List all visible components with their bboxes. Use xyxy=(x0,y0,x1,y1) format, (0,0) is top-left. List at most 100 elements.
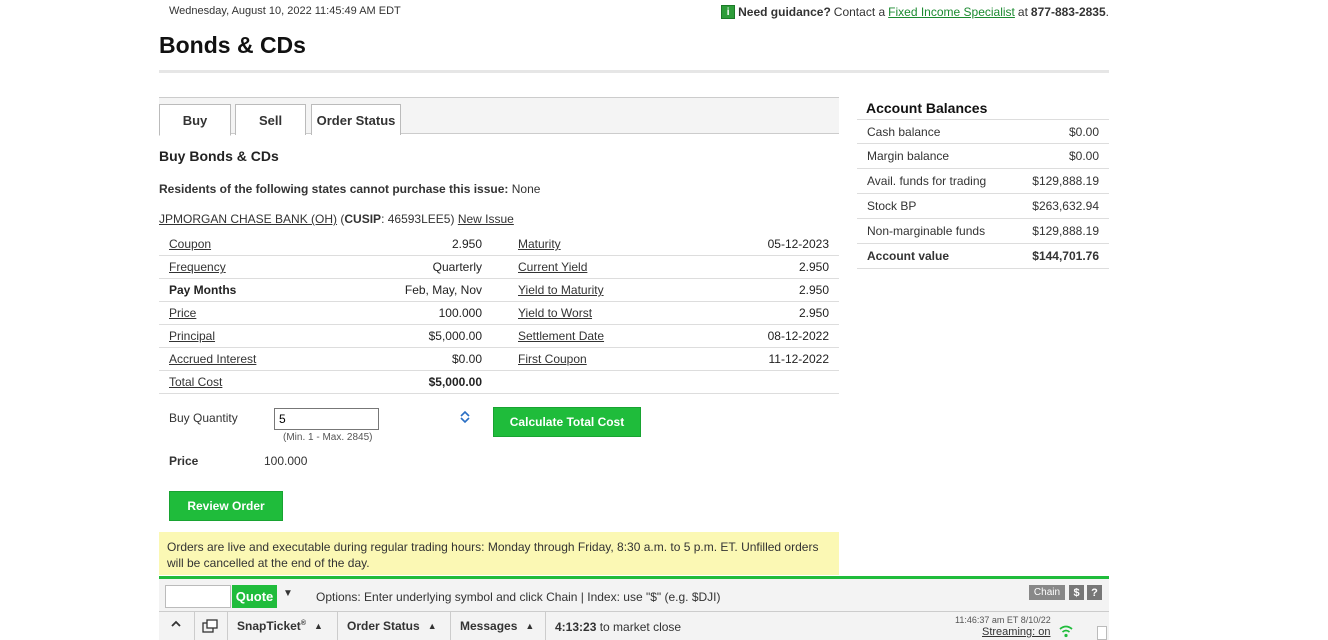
ytw-label[interactable]: Yield to Worst xyxy=(518,306,592,320)
frequency-label[interactable]: Frequency xyxy=(169,260,226,274)
toolbar-separator xyxy=(194,611,195,640)
maturity-label[interactable]: Maturity xyxy=(518,237,561,251)
quantity-stepper-icon[interactable] xyxy=(459,410,471,424)
balance-row: Stock BP $263,632.94 xyxy=(857,194,1109,219)
fixed-income-specialist-link[interactable]: Fixed Income Specialist xyxy=(888,5,1015,19)
chain-button[interactable]: Chain xyxy=(1029,585,1065,600)
order-price-value: 100.000 xyxy=(264,454,308,468)
page-title: Bonds & CDs xyxy=(159,32,306,58)
details-row: Total Cost $5,000.00 xyxy=(159,371,839,394)
tab-bar: Buy Sell Order Status xyxy=(159,97,839,136)
dollar-button[interactable]: $ xyxy=(1069,585,1084,600)
details-row: Frequency Quarterly Current Yield 2.950 xyxy=(159,256,839,279)
ytw-value: 2.950 xyxy=(798,306,829,320)
wifi-signal-icon xyxy=(1059,625,1073,638)
balance-row: Avail. funds for trading $129,888.19 xyxy=(857,169,1109,194)
stream-timestamp: 11:46:37 am ET 8/10/22 xyxy=(955,615,1051,625)
guidance-period: . xyxy=(1105,5,1109,19)
new-issue-link[interactable]: New Issue xyxy=(458,212,514,226)
current-yield-label[interactable]: Current Yield xyxy=(518,260,587,274)
accrued-interest-label[interactable]: Accrued Interest xyxy=(169,352,256,366)
balance-value: $0.00 xyxy=(1068,149,1099,163)
account-balances-title: Account Balances xyxy=(866,100,988,116)
balance-value: $129,888.19 xyxy=(1032,174,1099,188)
ytm-value: 2.950 xyxy=(798,283,829,297)
tab-order-status[interactable]: Order Status xyxy=(311,104,401,135)
balance-row: Non-marginable funds $129,888.19 xyxy=(857,219,1109,244)
issuer-link[interactable]: JPMORGAN CHASE BANK (OH) xyxy=(159,212,337,226)
messages-tab[interactable]: Messages ▲ xyxy=(460,619,534,633)
timestamp: Wednesday, August 10, 2022 11:45:49 AM E… xyxy=(169,5,401,17)
coupon-label[interactable]: Coupon xyxy=(169,237,211,251)
caret-up-icon: ▲ xyxy=(427,621,437,631)
snapticket-tab[interactable]: SnapTicket® ▲ xyxy=(237,619,323,633)
balance-row: Margin balance $0.00 xyxy=(857,144,1109,169)
countdown-suffix: to market close xyxy=(599,620,682,634)
calculate-total-cost-button[interactable]: Calculate Total Cost xyxy=(493,407,641,437)
toolbar-divider xyxy=(159,611,1109,612)
price-label[interactable]: Price xyxy=(169,306,196,320)
cusip-label: CUSIP xyxy=(344,212,382,226)
countdown-value: 4:13:23 xyxy=(555,620,597,634)
details-row: Accrued Interest $0.00 First Coupon 11-1… xyxy=(159,348,839,371)
order-status-tab[interactable]: Order Status ▲ xyxy=(347,619,437,633)
market-close-countdown: 4:13:23 to market close xyxy=(555,620,681,634)
current-yield-value: 2.950 xyxy=(798,260,829,274)
balance-label: Cash balance xyxy=(867,125,941,139)
cusip-value: 46593LEE5 xyxy=(387,212,451,226)
buy-quantity-input[interactable] xyxy=(274,408,379,430)
account-balances-table: Cash balance $0.00 Margin balance $0.00 … xyxy=(857,119,1109,269)
issue-line: JPMORGAN CHASE BANK (OH) (CUSIP: 46593LE… xyxy=(159,212,514,226)
caret-up-icon: ▲ xyxy=(525,621,535,631)
order-status-label: Order Status xyxy=(347,619,420,633)
balance-label: Avail. funds for trading xyxy=(867,174,987,188)
first-coupon-label[interactable]: First Coupon xyxy=(518,352,587,366)
balance-row: Cash balance $0.00 xyxy=(857,119,1109,144)
tab-sell[interactable]: Sell xyxy=(235,104,306,135)
price-value: 100.000 xyxy=(438,306,482,320)
order-price-label: Price xyxy=(169,454,199,468)
details-row: Pay Months Feb, May, Nov Yield to Maturi… xyxy=(159,279,839,302)
balance-value: $144,701.76 xyxy=(1032,249,1099,263)
pay-months-label: Pay Months xyxy=(169,283,237,297)
snapticket-label: SnapTicket xyxy=(237,619,301,633)
balance-label: Account value xyxy=(867,249,950,263)
residents-label: Residents of the following states cannot… xyxy=(159,182,509,196)
ytm-label[interactable]: Yield to Maturity xyxy=(518,283,604,297)
symbol-input[interactable] xyxy=(165,585,231,608)
details-row: Price 100.000 Yield to Worst 2.950 xyxy=(159,302,839,325)
quote-dropdown-icon[interactable]: ▼ xyxy=(283,588,293,599)
total-cost-label[interactable]: Total Cost xyxy=(169,375,222,389)
total-cost-value: $5,000.00 xyxy=(428,375,482,389)
principal-label[interactable]: Principal xyxy=(169,329,215,343)
tab-buy[interactable]: Buy xyxy=(159,104,231,136)
streaming-toggle-link[interactable]: Streaming: on xyxy=(982,626,1050,638)
details-row: Coupon 2.950 Maturity 05-12-2023 xyxy=(159,233,839,256)
pay-months-value: Feb, May, Nov xyxy=(404,283,482,297)
toolbar-separator xyxy=(227,611,228,640)
balance-value: $0.00 xyxy=(1068,125,1099,139)
guidance-at: at xyxy=(1017,5,1028,19)
popout-window-icon[interactable] xyxy=(202,619,218,633)
settlement-date-value: 08-12-2022 xyxy=(767,329,829,343)
title-divider xyxy=(159,70,1109,73)
options-hint: Options: Enter underlying symbol and cli… xyxy=(316,590,721,604)
help-button[interactable]: ? xyxy=(1087,585,1102,600)
collapse-up-icon[interactable] xyxy=(170,619,182,629)
messages-label: Messages xyxy=(460,619,518,633)
guidance-bar: i Need guidance? Contact a Fixed Income … xyxy=(721,5,1109,19)
balance-row: Account value $144,701.76 xyxy=(857,244,1109,269)
guidance-text: Contact a xyxy=(833,5,886,19)
frequency-value: Quarterly xyxy=(432,260,482,274)
first-coupon-value: 11-12-2022 xyxy=(768,352,830,366)
residents-restriction: Residents of the following states cannot… xyxy=(159,182,540,196)
registered-mark: ® xyxy=(300,620,306,627)
review-order-button[interactable]: Review Order xyxy=(169,491,283,521)
settlement-date-label[interactable]: Settlement Date xyxy=(518,329,604,343)
buy-quantity-label: Buy Quantity xyxy=(169,411,238,425)
details-row: Principal $5,000.00 Settlement Date 08-1… xyxy=(159,325,839,348)
scrollbar[interactable] xyxy=(1097,626,1107,640)
phone-number: 877-883-2835 xyxy=(1030,5,1106,19)
quote-button[interactable]: Quote xyxy=(232,585,277,608)
balance-value: $263,632.94 xyxy=(1032,199,1099,213)
